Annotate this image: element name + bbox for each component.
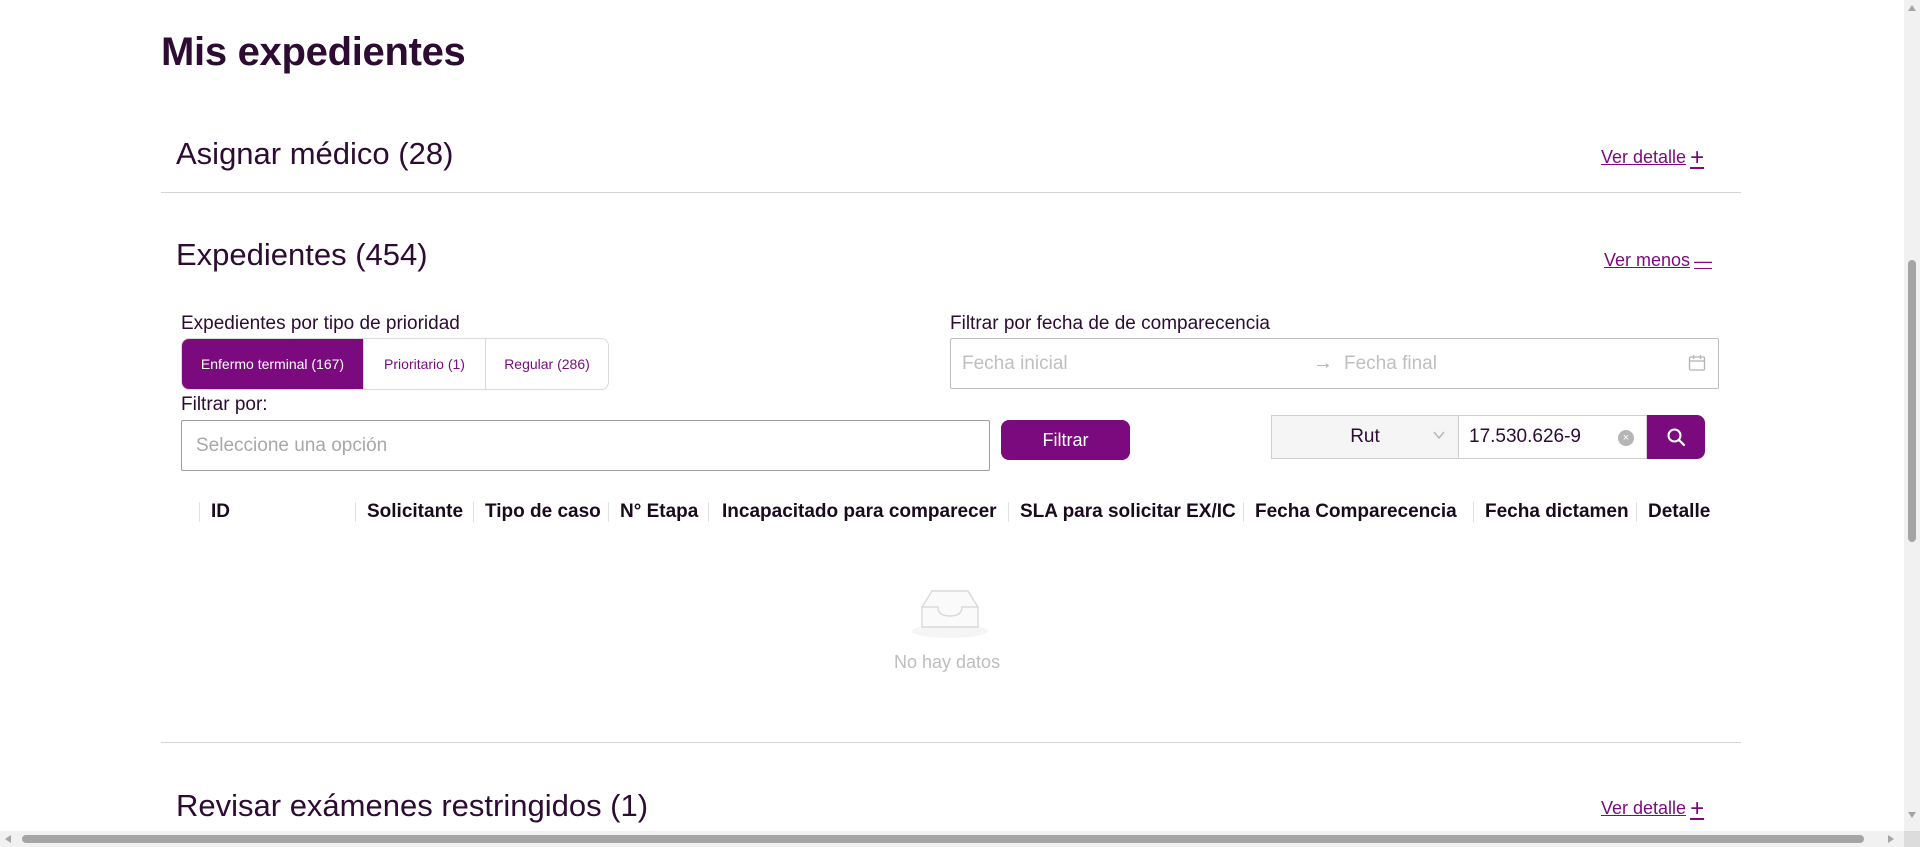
vertical-scroll-thumb[interactable] <box>1908 260 1916 542</box>
search-field-select[interactable]: Rut <box>1271 415 1459 459</box>
priority-option-regular[interactable]: Regular (286) <box>486 339 608 389</box>
chevron-down-icon <box>1433 431 1445 440</box>
scroll-left-arrow-icon[interactable] <box>5 835 11 843</box>
scrollbar-corner <box>1904 831 1920 847</box>
column-header-solicitante[interactable]: Solicitante <box>355 492 473 532</box>
plus-icon: + <box>1690 794 1705 822</box>
column-header-etapa[interactable]: N° Etapa <box>608 492 708 532</box>
vertical-scrollbar[interactable] <box>1904 0 1920 831</box>
priority-option-enfermo-terminal[interactable]: Enfermo terminal (167) <box>182 339 364 389</box>
minus-icon: — <box>1694 250 1713 271</box>
column-header-id[interactable]: ID <box>199 492 355 532</box>
horizontal-scrollbar[interactable] <box>0 831 1904 847</box>
start-date-input[interactable]: Fecha inicial <box>962 353 1068 375</box>
priority-option-prioritario[interactable]: Prioritario (1) <box>364 339 486 389</box>
scroll-right-arrow-icon[interactable] <box>1888 835 1894 843</box>
ver-detalle-asignar-link[interactable]: Ver detalle + <box>1601 143 1705 171</box>
horizontal-scroll-thumb[interactable] <box>22 835 1864 843</box>
plus-icon: + <box>1690 143 1705 171</box>
end-date-input[interactable]: Fecha final <box>1344 353 1437 375</box>
section-divider <box>161 192 1741 193</box>
range-arrow-icon: → <box>1313 352 1333 374</box>
scroll-up-arrow-icon[interactable] <box>1908 5 1916 11</box>
toggle-label: Ver menos <box>1604 250 1691 270</box>
scroll-down-arrow-icon[interactable] <box>1908 812 1916 818</box>
toggle-label: Ver detalle <box>1601 798 1687 818</box>
section-title-asignar-medico: Asignar médico (28) <box>176 136 454 171</box>
section-title-expedientes: Expedientes (454) <box>176 237 428 272</box>
column-header-fecha-dictamen[interactable]: Fecha dictamen <box>1473 492 1636 532</box>
section-title-revisar-examenes: Revisar exámenes restringidos (1) <box>176 788 649 823</box>
ver-menos-expedientes-link[interactable]: Ver menos — <box>1604 250 1712 271</box>
toggle-label: Ver detalle <box>1601 147 1687 167</box>
calendar-icon <box>1688 355 1706 371</box>
column-header-detalle[interactable]: Detalle <box>1636 492 1726 532</box>
page: Mis expedientes Asignar médico (28) Ver … <box>0 0 1904 831</box>
search-field-value: Rut <box>1350 426 1380 447</box>
date-range-picker[interactable]: Fecha inicial → Fecha final <box>950 338 1719 389</box>
page-title: Mis expedientes <box>161 30 466 74</box>
filter-label: Filtrar por: <box>181 394 268 415</box>
column-header-fecha-comparecencia[interactable]: Fecha Comparecencia <box>1243 492 1473 532</box>
rut-search: Rut 17.530.626-9 × <box>1271 415 1705 459</box>
search-icon <box>1667 428 1686 447</box>
rut-input[interactable]: 17.530.626-9 × <box>1459 415 1647 459</box>
column-header-tipo-de-caso[interactable]: Tipo de caso <box>473 492 608 532</box>
filter-select[interactable]: Seleccione una opción <box>181 420 990 471</box>
table-header: ID Solicitante Tipo de caso N° Etapa Inc… <box>199 492 1726 532</box>
filtrar-button[interactable]: Filtrar <box>1001 420 1130 460</box>
section-divider <box>161 742 1741 743</box>
date-filter-label: Filtrar por fecha de de comparecencia <box>950 313 1270 334</box>
search-button[interactable] <box>1647 415 1705 459</box>
priority-segmented-control: Enfermo terminal (167) Prioritario (1) R… <box>181 338 609 390</box>
clear-icon[interactable]: × <box>1618 430 1634 446</box>
rut-input-value: 17.530.626-9 <box>1469 426 1581 447</box>
column-header-incapacitado[interactable]: Incapacitado para comparecer <box>708 492 1008 532</box>
empty-state-text: No hay datos <box>894 652 1001 672</box>
column-header-sla[interactable]: SLA para solicitar EX/IC <box>1008 492 1243 532</box>
ver-detalle-revisar-link[interactable]: Ver detalle + <box>1601 794 1705 822</box>
empty-inbox-icon <box>912 590 988 638</box>
priority-label: Expedientes por tipo de prioridad <box>181 313 460 334</box>
filter-select-placeholder: Seleccione una opción <box>196 434 388 456</box>
